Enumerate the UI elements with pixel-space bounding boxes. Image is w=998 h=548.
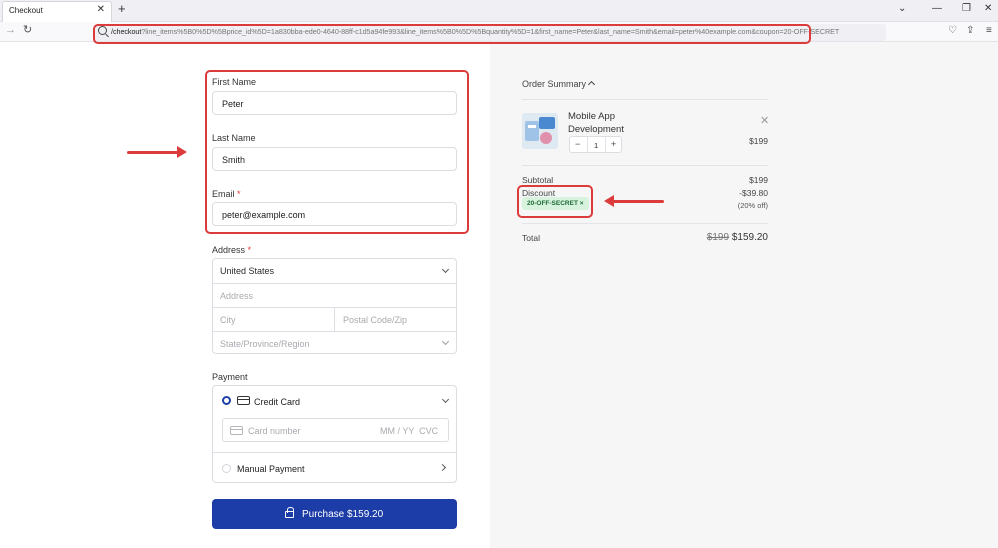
browser-tab-checkout[interactable]: Checkout ✕: [2, 1, 112, 22]
product-thumbnail: [522, 113, 558, 149]
payment-label: Payment: [212, 372, 248, 382]
total-original: $199: [706, 232, 730, 243]
purchase-label: Purchase $159.20: [302, 509, 384, 520]
product-name: Mobile App Development: [568, 111, 624, 135]
last-name-label: Last Name: [212, 133, 256, 143]
new-tab-icon[interactable]: +: [118, 2, 126, 15]
address-input[interactable]: Address: [213, 283, 456, 307]
credit-card-radio[interactable]: [222, 396, 231, 405]
manual-payment-option[interactable]: Manual Payment: [213, 452, 456, 483]
lock-icon: [285, 507, 294, 518]
country-select[interactable]: United States: [213, 259, 456, 283]
chevron-down-icon: [441, 265, 450, 274]
expiry-cvc-placeholder: MM / YY CVC: [380, 426, 439, 436]
restore-icon[interactable]: ❐: [962, 4, 971, 14]
chevron-down-icon[interactable]: ⌄: [898, 4, 906, 14]
chevron-down-icon: [441, 395, 450, 404]
card-number-placeholder: Card number: [248, 426, 301, 436]
search-icon: [98, 26, 107, 35]
browser-tab-bar: Checkout ✕ + ⌄ — ❐ ✕: [0, 0, 998, 22]
chevron-right-icon: [438, 463, 447, 472]
city-placeholder[interactable]: City: [220, 315, 236, 325]
city-postal-row: City Postal Code/Zip: [213, 307, 456, 331]
address-label: Address *: [212, 245, 252, 255]
annotation-arrow-left: [604, 195, 664, 207]
last-name-value: Smith: [222, 155, 246, 165]
credit-card-label: Credit Card: [254, 397, 301, 407]
chevron-down-icon: [441, 337, 450, 346]
credit-card-icon: [237, 396, 250, 405]
credit-card-option[interactable]: Credit Card Card number MM / YY CVC: [213, 386, 456, 452]
url-text: /checkout?line_items%5B0%5D%5Bprice_id%5…: [111, 27, 840, 36]
pocket-icon[interactable]: ♡: [948, 26, 957, 36]
reload-icon[interactable]: ↻: [23, 25, 32, 36]
browser-nav-bar: → ↻ /checkout?line_items%5B0%5D%5Bprice_…: [0, 22, 998, 42]
annotation-arrow-right: [127, 146, 187, 158]
first-name-value: Peter: [222, 99, 244, 109]
last-name-field[interactable]: Smith: [212, 147, 457, 171]
product-price: $199: [749, 136, 768, 146]
menu-icon[interactable]: ≡: [986, 26, 992, 36]
total-value-wrap: $199 $159.20: [640, 232, 768, 243]
manual-payment-label: Manual Payment: [237, 464, 305, 474]
order-summary-panel: [490, 42, 998, 548]
decrease-quantity-button[interactable]: −: [575, 140, 580, 149]
total-value: $159.20: [731, 232, 768, 243]
address-placeholder: Address: [220, 291, 254, 301]
address-group: United States Address City Postal Code/Z…: [212, 258, 457, 354]
quantity-stepper: − 1 +: [569, 136, 622, 153]
window-close-icon[interactable]: ✕: [984, 4, 992, 14]
url-bar[interactable]: /checkout?line_items%5B0%5D%5Bprice_id%5…: [94, 24, 886, 41]
divider: [522, 223, 768, 224]
first-name-field[interactable]: Peter: [212, 91, 457, 115]
purchase-button[interactable]: Purchase $159.20: [212, 499, 457, 529]
card-number-input[interactable]: Card number MM / YY CVC: [222, 418, 449, 442]
email-value: peter@example.com: [222, 210, 306, 220]
subtotal-label: Subtotal: [522, 175, 554, 185]
subtotal-value: $199: [749, 175, 768, 185]
divider: [522, 99, 768, 100]
payment-group: Credit Card Card number MM / YY CVC Manu…: [212, 385, 457, 483]
manual-payment-radio[interactable]: [222, 464, 231, 473]
state-placeholder: State/Province/Region: [220, 339, 310, 349]
minimize-icon[interactable]: —: [932, 4, 942, 14]
tab-close-icon[interactable]: ✕: [97, 5, 105, 15]
email-label: Email *: [212, 189, 241, 199]
quantity-value[interactable]: 1: [594, 141, 598, 150]
total-label: Total: [522, 233, 540, 243]
postal-placeholder[interactable]: Postal Code/Zip: [343, 315, 407, 325]
email-field[interactable]: peter@example.com: [212, 202, 457, 226]
order-summary-title[interactable]: Order Summary: [522, 79, 586, 89]
forward-icon[interactable]: →: [5, 25, 16, 36]
increase-quantity-button[interactable]: +: [611, 140, 616, 149]
tab-title: Checkout: [9, 6, 43, 15]
remove-item-icon[interactable]: ✕: [760, 116, 769, 127]
discount-percent: (20% off): [737, 201, 768, 210]
coupon-badge[interactable]: 20-OFF-SECRET ×: [522, 197, 589, 210]
extensions-icon[interactable]: ⇪: [966, 26, 974, 36]
divider: [522, 165, 768, 166]
first-name-label: First Name: [212, 77, 257, 87]
country-value: United States: [220, 266, 275, 276]
discount-value: -$39.80: [739, 188, 768, 198]
state-select[interactable]: State/Province/Region: [213, 331, 456, 355]
card-icon: [230, 426, 243, 435]
